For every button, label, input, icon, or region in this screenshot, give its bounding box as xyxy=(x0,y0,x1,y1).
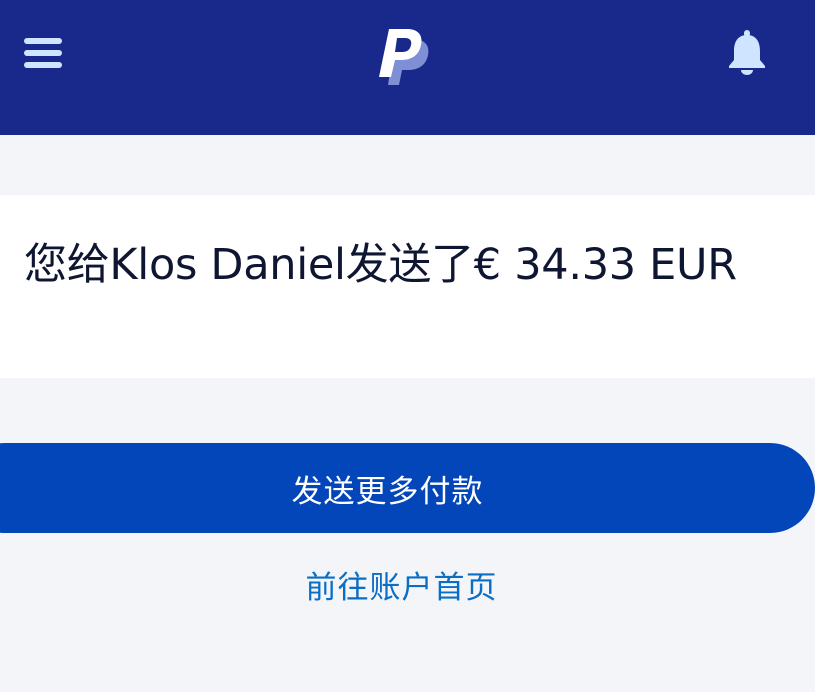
top-header xyxy=(0,0,815,135)
payment-confirmation-message: 您给Klos Daniel发送了€ 34.33 EUR xyxy=(24,240,737,290)
menu-bar xyxy=(24,50,62,56)
bell-icon[interactable] xyxy=(726,29,768,75)
go-to-account-home-link[interactable]: 前往账户首页 xyxy=(0,562,803,607)
send-more-payments-button[interactable]: 发送更多付款 xyxy=(0,443,815,533)
menu-bar xyxy=(24,62,62,68)
hamburger-menu-icon[interactable] xyxy=(24,38,62,68)
menu-bar xyxy=(24,38,62,44)
paypal-logo-icon xyxy=(379,29,429,85)
send-more-payments-label: 发送更多付款 xyxy=(291,473,484,510)
